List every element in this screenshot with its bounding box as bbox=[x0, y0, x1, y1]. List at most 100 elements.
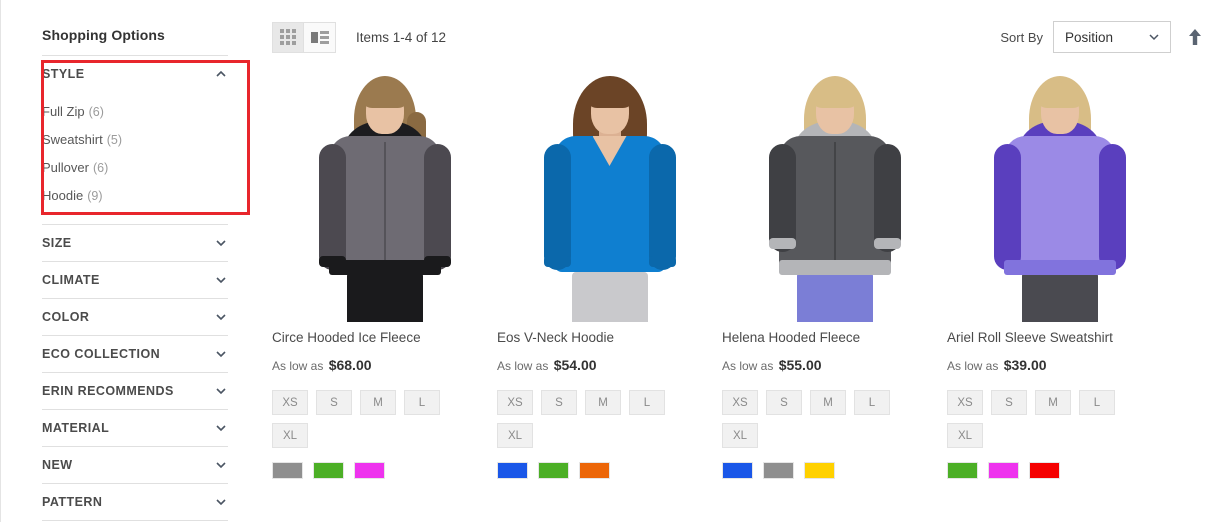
model-illustration bbox=[722, 60, 947, 322]
price-prefix: As low as bbox=[272, 359, 324, 373]
size-option-l[interactable]: L bbox=[854, 390, 890, 415]
product-photo[interactable] bbox=[272, 60, 497, 322]
color-swatch[interactable] bbox=[579, 462, 610, 479]
style-option-full-zip[interactable]: Full Zip (6) bbox=[42, 98, 228, 126]
filter-header-eco-collection[interactable]: ECO COLLECTION bbox=[42, 336, 228, 372]
color-swatch[interactable] bbox=[497, 462, 528, 479]
product-toolbar: Items 1-4 of 12 Sort By Position bbox=[272, 0, 1231, 60]
size-option-l[interactable]: L bbox=[1079, 390, 1115, 415]
price-value: $55.00 bbox=[778, 357, 822, 373]
filter-label-erin-recommends: ERIN RECOMMENDS bbox=[42, 384, 174, 398]
size-option-xs[interactable]: XS bbox=[272, 390, 308, 415]
style-option-label: Full Zip bbox=[42, 104, 85, 119]
product-listing-page: Shopping Options STYLE Full Zip(6) Sweat… bbox=[0, 0, 1231, 522]
color-swatch[interactable] bbox=[988, 462, 1019, 479]
color-swatch[interactable] bbox=[722, 462, 753, 479]
color-swatch[interactable] bbox=[1029, 462, 1060, 479]
size-option-l[interactable]: L bbox=[404, 390, 440, 415]
filter-header-new[interactable]: NEW bbox=[42, 447, 228, 483]
list-view-button[interactable] bbox=[304, 21, 336, 53]
product-price: As low as $54.00 bbox=[497, 357, 722, 373]
color-swatch[interactable] bbox=[313, 462, 344, 479]
size-options: XS S M L XL bbox=[947, 390, 1137, 448]
color-swatch[interactable] bbox=[538, 462, 569, 479]
color-swatch[interactable] bbox=[354, 462, 385, 479]
filter-label-material: MATERIAL bbox=[42, 421, 110, 435]
sort-by-select[interactable]: Position bbox=[1053, 21, 1171, 53]
size-option-m[interactable]: M bbox=[1035, 390, 1071, 415]
filter-label-climate: CLIMATE bbox=[42, 273, 100, 287]
style-option-count: (6) bbox=[88, 105, 104, 119]
filter-list: STYLE Full Zip (6) Sweatshirt (5) Pullov… bbox=[42, 55, 228, 521]
filter-header-style[interactable]: STYLE bbox=[42, 56, 228, 92]
model-illustration bbox=[272, 60, 497, 322]
chevron-down-icon[interactable] bbox=[214, 273, 228, 287]
model-illustration bbox=[497, 60, 722, 322]
filter-header-climate[interactable]: CLIMATE bbox=[42, 262, 228, 298]
chevron-down-icon[interactable] bbox=[214, 421, 228, 435]
size-option-s[interactable]: S bbox=[541, 390, 577, 415]
size-option-xl[interactable]: XL bbox=[272, 423, 308, 448]
product-name[interactable]: Ariel Roll Sleeve Sweatshirt bbox=[947, 330, 1172, 345]
price-prefix: As low as bbox=[722, 359, 774, 373]
chevron-down-icon[interactable] bbox=[214, 458, 228, 472]
size-option-xl[interactable]: XL bbox=[722, 423, 758, 448]
filter-label-size: SIZE bbox=[42, 236, 72, 250]
product-name[interactable]: Circe Hooded Ice Fleece bbox=[272, 330, 497, 345]
product-price: As low as $68.00 bbox=[272, 357, 497, 373]
price-value: $39.00 bbox=[1003, 357, 1047, 373]
color-swatch[interactable] bbox=[763, 462, 794, 479]
size-option-s[interactable]: S bbox=[766, 390, 802, 415]
size-option-l[interactable]: L bbox=[629, 390, 665, 415]
size-option-xl[interactable]: XL bbox=[947, 423, 983, 448]
color-swatch[interactable] bbox=[947, 462, 978, 479]
size-option-xl[interactable]: XL bbox=[497, 423, 533, 448]
size-option-xs[interactable]: XS bbox=[722, 390, 758, 415]
style-option-hoodie[interactable]: Hoodie (9) bbox=[42, 182, 228, 210]
view-mode-switcher bbox=[272, 21, 336, 53]
chevron-up-icon[interactable] bbox=[214, 67, 228, 81]
product-name[interactable]: Eos V-Neck Hoodie bbox=[497, 330, 722, 345]
color-swatch[interactable] bbox=[272, 462, 303, 479]
size-option-xs[interactable]: XS bbox=[497, 390, 533, 415]
list-view-icon bbox=[310, 30, 329, 44]
style-option-count: (6) bbox=[92, 161, 109, 175]
sort-ascending-arrow-icon[interactable] bbox=[1187, 28, 1203, 46]
product-photo[interactable] bbox=[497, 60, 722, 322]
size-option-m[interactable]: M bbox=[585, 390, 621, 415]
size-option-s[interactable]: S bbox=[991, 390, 1027, 415]
filter-header-erin-recommends[interactable]: ERIN RECOMMENDS bbox=[42, 373, 228, 409]
chevron-down-icon[interactable] bbox=[214, 310, 228, 324]
filter-block-pattern: PATTERN bbox=[42, 483, 228, 520]
product-item: Circe Hooded Ice Fleece As low as $68.00… bbox=[272, 60, 497, 479]
filter-block-climate: CLIMATE bbox=[42, 261, 228, 298]
size-option-s[interactable]: S bbox=[316, 390, 352, 415]
size-option-m[interactable]: M bbox=[360, 390, 396, 415]
grid-view-button[interactable] bbox=[272, 21, 304, 53]
size-options: XS S M L XL bbox=[272, 390, 462, 448]
chevron-down-icon[interactable] bbox=[214, 347, 228, 361]
style-option-count: (9) bbox=[87, 189, 103, 203]
filter-header-pattern[interactable]: PATTERN bbox=[42, 484, 228, 520]
chevron-down-icon[interactable] bbox=[214, 384, 228, 398]
style-option-pullover[interactable]: Pullover (6) bbox=[42, 154, 228, 182]
filter-label-eco-collection: ECO COLLECTION bbox=[42, 347, 161, 361]
chevron-down-icon[interactable] bbox=[214, 495, 228, 509]
filter-header-material[interactable]: MATERIAL bbox=[42, 410, 228, 446]
color-swatch[interactable] bbox=[804, 462, 835, 479]
product-price: As low as $39.00 bbox=[947, 357, 1172, 373]
filter-header-color[interactable]: COLOR bbox=[42, 299, 228, 335]
chevron-down-icon[interactable] bbox=[214, 236, 228, 250]
style-filter-wrapper: STYLE Full Zip (6) Sweatshirt (5) Pullov… bbox=[42, 55, 228, 224]
color-swatches bbox=[497, 462, 722, 479]
color-swatches bbox=[722, 462, 947, 479]
size-option-xs[interactable]: XS bbox=[947, 390, 983, 415]
product-item: Eos V-Neck Hoodie As low as $54.00 XS S … bbox=[497, 60, 722, 479]
size-option-m[interactable]: M bbox=[810, 390, 846, 415]
product-name[interactable]: Helena Hooded Fleece bbox=[722, 330, 947, 345]
style-option-sweatshirt[interactable]: Sweatshirt (5) bbox=[42, 126, 228, 154]
filter-header-size[interactable]: SIZE bbox=[42, 225, 228, 261]
style-option-count: (5) bbox=[106, 133, 122, 147]
product-photo[interactable] bbox=[947, 60, 1172, 322]
product-photo[interactable] bbox=[722, 60, 947, 322]
